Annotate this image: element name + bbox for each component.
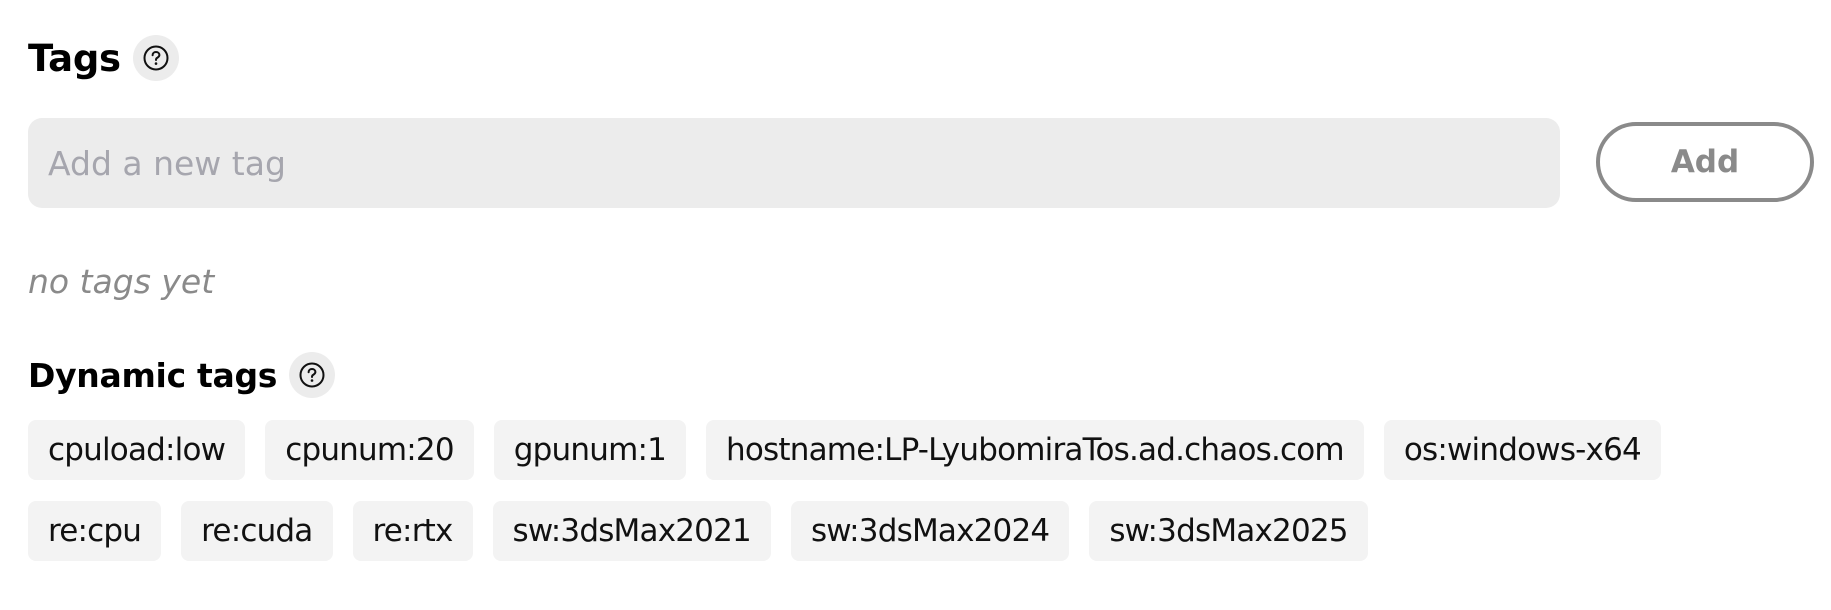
dynamic-tags-row-1: cpuload:low cpunum:20 gpunum:1 hostname:… [28,420,1661,480]
add-tag-button[interactable]: Add [1596,122,1814,202]
dynamic-tag-chip: re:cuda [181,501,333,561]
dynamic-tags-help-icon[interactable] [289,352,336,398]
dynamic-tag-chip: sw:3dsMax2021 [492,501,771,561]
dynamic-tags-heading-group: Dynamic tags [28,351,336,399]
dynamic-tags-row-2: re:cpu re:cuda re:rtx sw:3dsMax2021 sw:3… [28,501,1368,561]
dynamic-tag-chip: hostname:LP-LyubomiraTos.ad.chaos.com [706,420,1364,480]
dynamic-tag-chip: sw:3dsMax2025 [1089,501,1368,561]
dynamic-tag-chip: sw:3dsMax2024 [790,501,1070,561]
question-circle-icon [143,45,169,71]
dynamic-tag-chip: re:rtx [352,501,473,561]
dynamic-tag-chip: gpunum:1 [493,420,687,480]
dynamic-tag-chip: cpuload:low [28,420,246,480]
dynamic-tag-chip: re:cpu [28,501,162,561]
no-tags-message: no tags yet [28,262,215,301]
dynamic-tag-chip: os:windows-x64 [1383,420,1661,480]
tags-heading-group: Tags [28,34,179,82]
dynamic-tag-chip: cpunum:20 [265,420,474,480]
dynamic-tags-heading: Dynamic tags [28,355,278,395]
help-icon[interactable] [132,35,179,81]
question-circle-icon [299,362,325,388]
tags-heading: Tags [28,36,121,80]
new-tag-input[interactable] [28,118,1560,208]
